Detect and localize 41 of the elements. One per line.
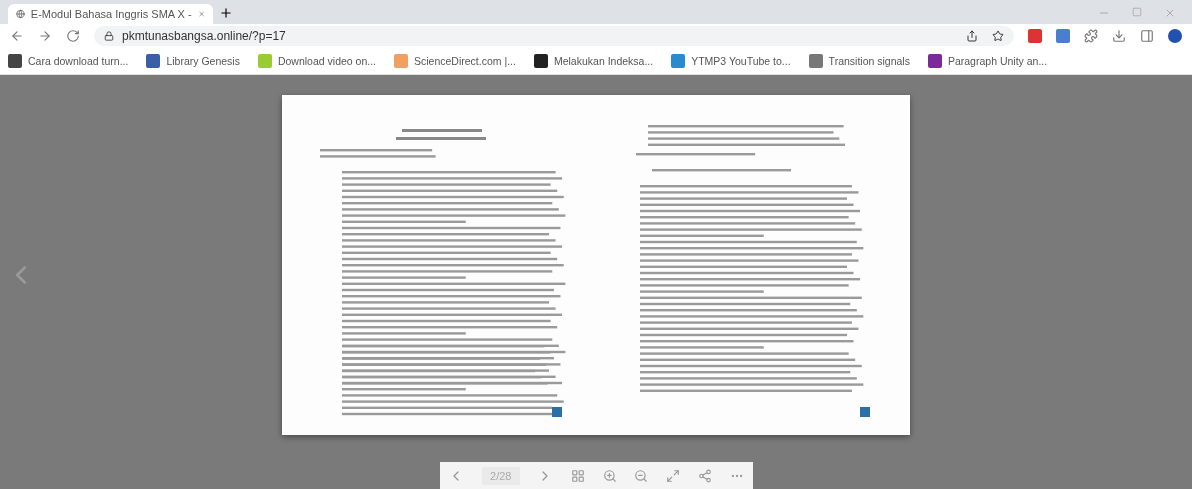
avatar-icon[interactable] bbox=[1168, 29, 1182, 43]
bookmark-icon bbox=[808, 54, 823, 68]
download-icon[interactable] bbox=[1112, 29, 1126, 43]
bookmark-icon bbox=[257, 54, 272, 68]
tab-title: E-Modul Bahasa Inggris SMA X - bbox=[30, 8, 192, 20]
bookmark[interactable]: ScienceDirect.com |... bbox=[394, 54, 516, 68]
reload-icon[interactable] bbox=[66, 29, 80, 43]
url-text: pkmtunasbangsa.online/?p=17 bbox=[122, 29, 286, 43]
forward-icon[interactable] bbox=[38, 29, 52, 43]
zoom-out-icon[interactable] bbox=[634, 468, 649, 483]
bookmark-icon bbox=[671, 54, 686, 68]
bookmark[interactable]: Cara download turn... bbox=[8, 54, 129, 68]
bookmark[interactable]: Download video on... bbox=[257, 54, 376, 68]
puzzle-icon[interactable] bbox=[1084, 29, 1098, 43]
bookmark[interactable]: Melakukan Indeksa... bbox=[533, 54, 654, 68]
bookmark-icon bbox=[394, 54, 408, 68]
extension-icon[interactable] bbox=[1028, 29, 1042, 43]
new-tab-icon[interactable] bbox=[219, 6, 233, 20]
bookmark-icon bbox=[927, 54, 942, 68]
bookmark[interactable]: Transition signals bbox=[808, 54, 910, 68]
browser-tab[interactable]: E-Modul Bahasa Inggris SMA X - bbox=[8, 4, 213, 24]
restore-icon[interactable] bbox=[1132, 7, 1142, 17]
zoom-in-icon[interactable] bbox=[602, 468, 617, 483]
bookmark[interactable]: Paragraph Unity an... bbox=[927, 54, 1048, 68]
globe-icon bbox=[16, 8, 25, 20]
bookmark-icon bbox=[8, 54, 22, 68]
close-icon[interactable] bbox=[197, 9, 205, 19]
back-icon[interactable] bbox=[10, 29, 24, 43]
fullscreen-icon[interactable] bbox=[666, 468, 681, 483]
bookmark-icon bbox=[146, 54, 161, 68]
close-icon[interactable] bbox=[1164, 7, 1176, 19]
thumbnails-icon[interactable] bbox=[570, 468, 585, 483]
share-icon[interactable] bbox=[966, 30, 978, 42]
extension-icon[interactable] bbox=[1056, 29, 1070, 43]
address-bar[interactable]: pkmtunasbangsa.online/?p=17 bbox=[94, 26, 1014, 46]
lock-icon bbox=[104, 31, 114, 41]
bookmark[interactable]: YTMP3 YouTube to... bbox=[671, 54, 791, 68]
bookmark[interactable]: Library Genesis bbox=[146, 54, 240, 68]
bookmark-icon bbox=[533, 54, 548, 68]
star-icon[interactable] bbox=[992, 30, 1004, 42]
side-panel-icon[interactable] bbox=[1140, 29, 1154, 43]
